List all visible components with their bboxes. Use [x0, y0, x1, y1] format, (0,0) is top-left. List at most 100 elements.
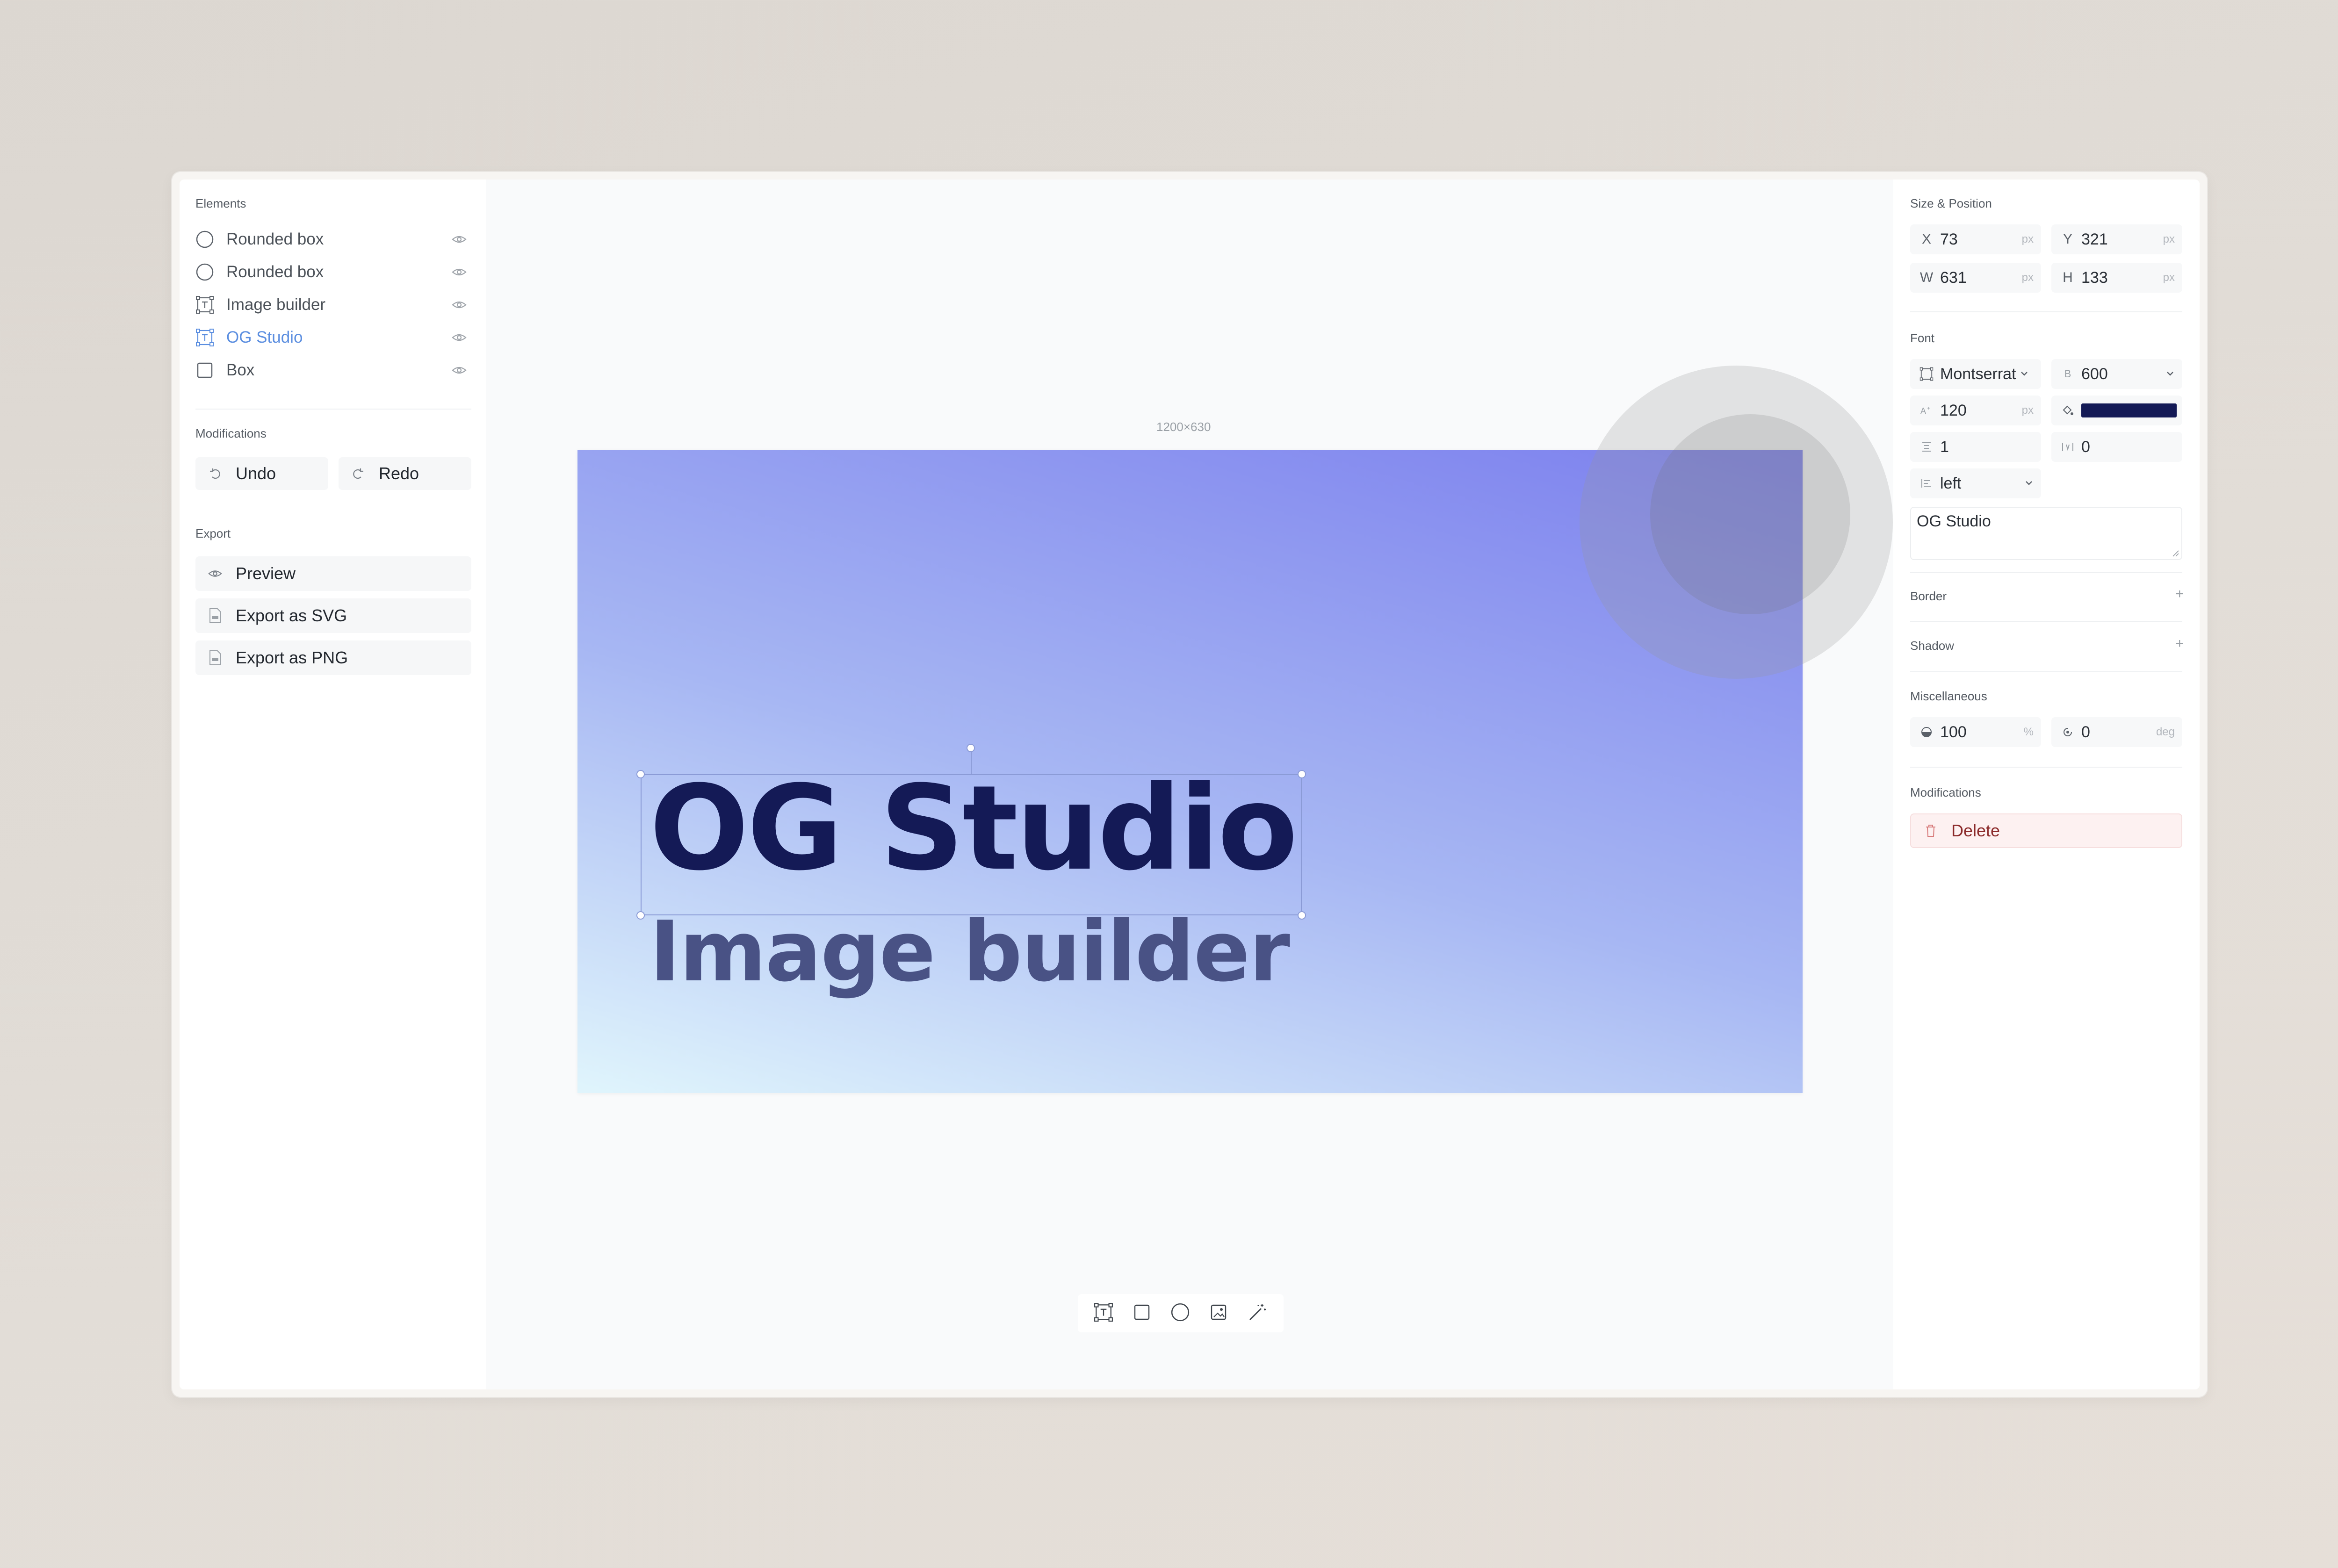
circle-icon[interactable]: [1170, 1302, 1190, 1324]
font-size-field[interactable]: A + 120 px: [1910, 396, 2041, 425]
preview-label: Preview: [236, 564, 296, 583]
opacity-icon: [1918, 726, 1935, 738]
element-item-label: Rounded box: [226, 263, 324, 281]
line-height-field[interactable]: 1: [1910, 432, 2041, 462]
eye-icon[interactable]: [451, 231, 468, 248]
divider: [1910, 621, 2182, 622]
app-window: Elements Rounded box Rounded box Image b…: [172, 172, 2207, 1397]
element-item-og-studio[interactable]: OG Studio: [195, 323, 471, 352]
x-unit: px: [2021, 233, 2034, 245]
png-file-icon: [206, 648, 224, 667]
resize-grip-icon[interactable]: [2171, 549, 2179, 557]
opacity-field[interactable]: 100 %: [1910, 717, 2041, 747]
border-title: Border: [1910, 589, 1947, 603]
rotate-stem: [971, 752, 972, 774]
h-field[interactable]: H 133 px: [2051, 263, 2182, 293]
app-inner: Elements Rounded box Rounded box Image b…: [180, 180, 2200, 1389]
rotate-handle[interactable]: [967, 744, 975, 752]
font-family-value: Montserrat: [1940, 365, 2016, 383]
divider: [1910, 572, 2182, 573]
chevron-down-icon: [2023, 475, 2035, 493]
x-label: X: [1921, 231, 1931, 247]
element-item-rounded-box-2[interactable]: Rounded box: [195, 257, 471, 287]
chevron-down-icon: [2165, 365, 2176, 383]
editor-area[interactable]: 1200×630 OG Studio Image builder: [486, 180, 1893, 1389]
text-frame-icon: [195, 295, 214, 314]
right-sidebar: Size & Position X 73 px Y 321 px W 631 p…: [1893, 180, 2200, 1389]
svg-text:A: A: [1920, 406, 1926, 416]
text-align-select[interactable]: left: [1910, 468, 2041, 498]
element-item-label: Box: [226, 361, 255, 379]
font-color-field[interactable]: [2051, 396, 2182, 425]
export-svg-button[interactable]: Export as SVG: [195, 598, 471, 633]
undo-button[interactable]: Undo: [195, 457, 328, 490]
elements-title: Elements: [195, 196, 246, 210]
font-weight-select[interactable]: B 600: [2051, 359, 2182, 389]
redo-icon: [349, 464, 368, 483]
resize-handle-bottom-right[interactable]: [1298, 911, 1306, 920]
modifications-title: Modifications: [195, 426, 267, 440]
redo-label: Redo: [379, 464, 419, 483]
rotation-icon: [2059, 726, 2077, 738]
h-label: H: [2063, 270, 2073, 285]
element-item-rounded-box-1[interactable]: Rounded box: [195, 224, 471, 254]
font-size-unit: px: [2021, 404, 2034, 417]
paint-bucket-icon: [2059, 403, 2077, 417]
eye-icon[interactable]: [451, 362, 468, 379]
image-icon[interactable]: [1209, 1303, 1228, 1324]
svg-text:+: +: [1927, 405, 1930, 411]
circle-icon: [195, 263, 214, 281]
preview-button[interactable]: Preview: [195, 556, 471, 591]
w-unit: px: [2021, 271, 2034, 284]
eye-icon[interactable]: [451, 296, 468, 313]
shadow-title: Shadow: [1910, 639, 1954, 653]
font-title: Font: [1910, 331, 1935, 345]
eye-icon[interactable]: [451, 329, 468, 346]
export-svg-label: Export as SVG: [236, 606, 347, 625]
delete-label: Delete: [1951, 821, 2000, 840]
y-field[interactable]: Y 321 px: [2051, 224, 2182, 254]
rotation-unit: deg: [2156, 726, 2175, 738]
divider: [1910, 767, 2182, 768]
og-subtitle-text[interactable]: Image builder: [649, 910, 1290, 993]
rounded-box-inner[interactable]: [1650, 414, 1850, 614]
canvas-size-label: 1200×630: [1156, 420, 1211, 434]
svg-file-icon: [206, 606, 224, 625]
eye-icon[interactable]: [451, 264, 468, 281]
align-left-icon: [1918, 476, 1935, 490]
x-field[interactable]: X 73 px: [1910, 224, 2041, 254]
font-weight-label: B: [2064, 368, 2071, 380]
element-item-label: Rounded box: [226, 230, 324, 248]
letter-spacing-field[interactable]: 0: [2051, 432, 2182, 462]
w-field[interactable]: W 631 px: [1910, 263, 2041, 293]
magic-wand-icon[interactable]: [1247, 1302, 1268, 1325]
chevron-down-icon: [2019, 365, 2030, 383]
undo-label: Undo: [236, 464, 276, 483]
redo-button[interactable]: Redo: [339, 457, 471, 490]
delete-button[interactable]: Delete: [1910, 813, 2182, 848]
add-border-button[interactable]: +: [2175, 586, 2184, 602]
resize-handle-top-right[interactable]: [1298, 770, 1306, 778]
font-family-select[interactable]: Montserrat: [1910, 359, 2041, 389]
letter-spacing-value: 0: [2081, 438, 2090, 456]
resize-handle-bottom-left[interactable]: [636, 911, 645, 920]
h-unit: px: [2163, 271, 2175, 284]
y-unit: px: [2163, 233, 2175, 245]
square-icon[interactable]: [1133, 1303, 1151, 1324]
element-item-image-builder[interactable]: Image builder: [195, 290, 471, 320]
resize-handle-top-left[interactable]: [636, 770, 645, 778]
og-title-text[interactable]: OG Studio: [649, 770, 1298, 887]
rotation-field[interactable]: 0 deg: [2051, 717, 2182, 747]
text-frame-icon[interactable]: [1094, 1302, 1113, 1324]
font-weight-value: 600: [2081, 365, 2108, 383]
w-label: W: [1919, 270, 1934, 285]
export-png-button[interactable]: Export as PNG: [195, 640, 471, 675]
divider: [1910, 671, 2182, 672]
size-position-title: Size & Position: [1910, 196, 1992, 210]
text-content-textarea[interactable]: OG Studio: [1910, 507, 2182, 560]
element-item-box[interactable]: Box: [195, 355, 471, 385]
export-png-label: Export as PNG: [236, 648, 348, 667]
add-shadow-button[interactable]: +: [2175, 636, 2184, 652]
left-sidebar: Elements Rounded box Rounded box Image b…: [180, 180, 486, 1389]
divider: [195, 409, 471, 410]
